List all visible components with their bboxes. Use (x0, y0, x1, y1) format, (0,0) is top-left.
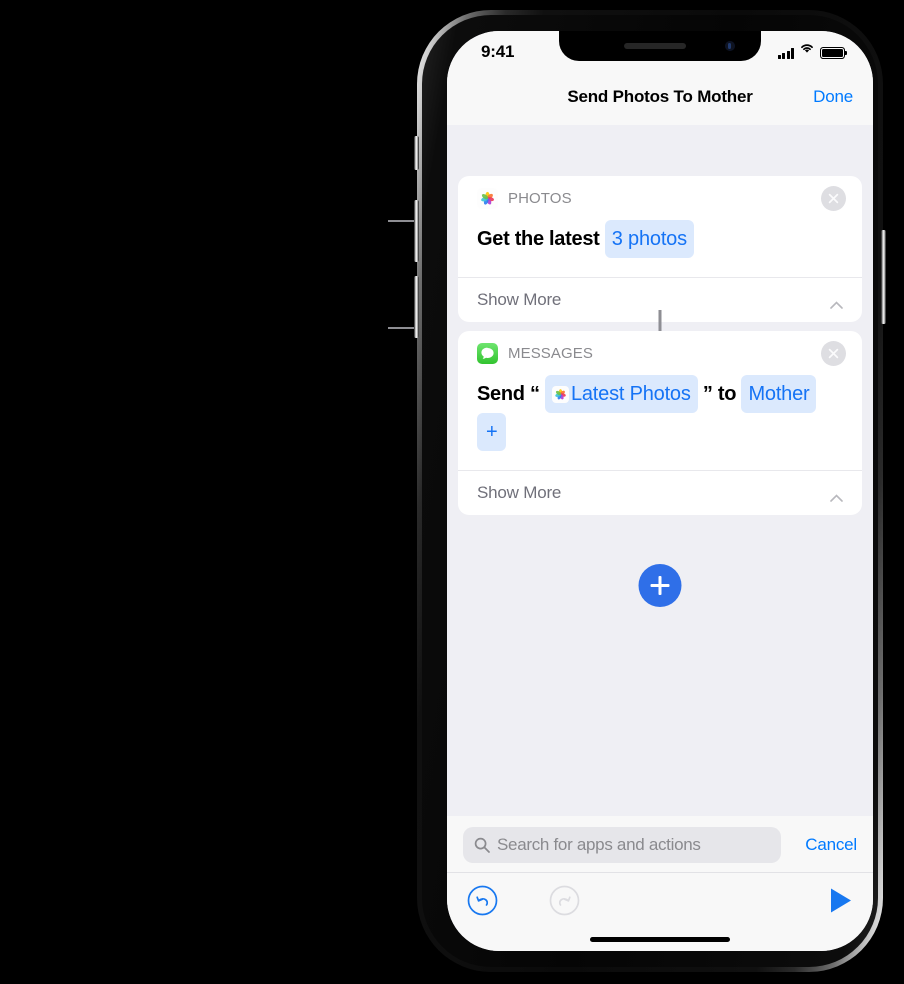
page-title: Send Photos To Mother (567, 87, 753, 106)
home-indicator-bar[interactable] (590, 937, 730, 942)
action-app-name: MESSAGES (508, 345, 593, 362)
close-circle-icon[interactable] (821, 186, 846, 211)
action-text-prefix: Send (477, 383, 525, 405)
add-recipient-button[interactable]: + (477, 413, 507, 451)
show-more-label[interactable]: Show More (477, 483, 561, 503)
search-input[interactable]: Search for apps and actions (463, 827, 781, 863)
action-footer-messages[interactable]: Show More (458, 470, 862, 515)
action-card-photos[interactable]: PHOTOS Get the latest 3 photos Show More (458, 176, 862, 322)
action-app-name: PHOTOS (508, 190, 572, 207)
close-quote: ” (702, 383, 713, 405)
action-body-messages[interactable]: Send “ Latest Photos ” to Mother + (458, 375, 862, 470)
chevron-up-icon[interactable] (830, 296, 843, 309)
show-more-label[interactable]: Show More (477, 290, 561, 310)
recipient-pill-mother[interactable]: Mother (741, 375, 817, 413)
earpiece-speaker-icon (624, 43, 687, 49)
search-icon (474, 837, 490, 853)
chevron-up-icon[interactable] (830, 489, 843, 502)
action-connector-line (658, 310, 662, 331)
add-action-button[interactable] (638, 564, 682, 607)
shortcut-editor-canvas[interactable]: PHOTOS Get the latest 3 photos Show More (447, 125, 873, 816)
action-body-photos[interactable]: Get the latest 3 photos (458, 220, 862, 277)
mute-switch-button[interactable] (414, 136, 419, 170)
search-placeholder: Search for apps and actions (497, 835, 701, 854)
undo-arrow-icon[interactable] (467, 885, 498, 916)
parameter-pill-photo-count[interactable]: 3 photos (604, 220, 694, 258)
variable-pill-label: Latest Photos (570, 383, 691, 405)
navigation-bar: Send Photos To Mother Done (447, 75, 873, 125)
open-quote: “ (529, 383, 540, 405)
wifi-icon (799, 41, 815, 59)
variable-pill-latest-photos[interactable]: Latest Photos (544, 375, 698, 413)
action-card-header: MESSAGES (458, 331, 862, 375)
editor-toolbar (447, 873, 873, 929)
volume-up-button[interactable] (414, 200, 419, 262)
messages-app-icon (477, 343, 498, 364)
device-notch (559, 31, 761, 61)
bottom-bar: Search for apps and actions Cancel (447, 816, 873, 951)
cancel-button[interactable]: Cancel (805, 835, 857, 855)
status-indicators (777, 44, 848, 59)
redo-arrow-icon (549, 885, 580, 916)
phone-screen: 9:41 Send Photos To Mother Done PHOTOS G… (447, 31, 873, 951)
front-camera-icon (725, 41, 735, 51)
status-time: 9:41 (481, 42, 515, 61)
action-text-connector: to (717, 383, 737, 405)
power-button[interactable] (881, 230, 886, 324)
volume-down-button[interactable] (414, 276, 419, 338)
action-text-prefix: Get the latest (477, 228, 600, 250)
action-card-header: PHOTOS (458, 176, 862, 220)
play-triangle-icon[interactable] (829, 887, 853, 914)
search-row: Search for apps and actions Cancel (447, 816, 873, 873)
photos-app-icon (477, 188, 498, 209)
action-card-messages[interactable]: MESSAGES Send “ Latest Photos ” to Mothe… (458, 331, 862, 515)
cellular-signal-icon (777, 48, 794, 59)
photos-app-icon (551, 379, 569, 403)
done-button[interactable]: Done (813, 87, 853, 107)
battery-full-icon (820, 47, 848, 59)
close-circle-icon[interactable] (821, 341, 846, 366)
